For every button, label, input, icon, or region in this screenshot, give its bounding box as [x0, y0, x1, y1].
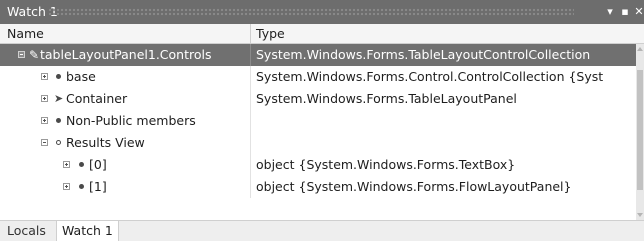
- name-cell: [0]: [0, 154, 250, 176]
- cell-separator: [250, 66, 251, 88]
- name-cell: ✎ tableLayoutPanel1.Controls: [0, 44, 250, 66]
- watch-row[interactable]: [1] object {System.Windows.Forms.FlowLay…: [0, 176, 636, 198]
- name-cell: Results View: [0, 132, 250, 154]
- type-cell: [256, 132, 636, 154]
- watch-row[interactable]: Non-Public members: [0, 110, 636, 132]
- row-name: tableLayoutPanel1.Controls: [40, 47, 212, 62]
- expand-icon[interactable]: [41, 73, 48, 80]
- tab-locals[interactable]: Locals: [2, 221, 51, 241]
- column-header-name[interactable]: Name: [7, 24, 44, 43]
- scroll-up-icon[interactable]: [637, 47, 643, 51]
- vertical-scrollbar[interactable]: [636, 44, 644, 220]
- watch-row[interactable]: ➤ Container System.Windows.Forms.TableLa…: [0, 88, 636, 110]
- type-cell: System.Windows.Forms.TableLayoutPanel: [256, 91, 517, 106]
- cell-separator: [250, 176, 251, 198]
- results-view-icon: [54, 132, 64, 154]
- cell-separator: [250, 154, 251, 176]
- expand-icon[interactable]: [63, 183, 70, 190]
- name-cell: Non-Public members: [0, 110, 250, 132]
- watch-row[interactable]: [0] object {System.Windows.Forms.TextBox…: [0, 154, 636, 176]
- row-name: [0]: [89, 157, 107, 172]
- collapse-icon[interactable]: [18, 51, 25, 58]
- titlebar-grip[interactable]: [48, 8, 574, 16]
- watch-row[interactable]: Results View: [0, 132, 636, 154]
- type-cell: System.Windows.Forms.Control.ControlColl…: [256, 69, 604, 84]
- cell-separator: [250, 44, 251, 66]
- row-name: Container: [66, 91, 128, 106]
- type-cell: System.Windows.Forms.TableLayoutControlC…: [256, 47, 591, 62]
- item-icon: [77, 176, 87, 198]
- column-header: Name Type: [0, 24, 644, 44]
- members-icon: [54, 110, 64, 132]
- type-cell: [256, 110, 636, 132]
- expand-icon[interactable]: [41, 95, 48, 102]
- scroll-thumb[interactable]: [637, 70, 643, 190]
- dropdown-icon[interactable]: ▾: [603, 0, 617, 24]
- name-cell: base: [0, 66, 250, 88]
- type-cell: object {System.Windows.Forms.TextBox}: [256, 157, 516, 172]
- type-cell: object {System.Windows.Forms.FlowLayoutP…: [256, 179, 572, 194]
- watch-window-titlebar: Watch 1 ▾ ▪ ✕: [0, 0, 644, 24]
- name-cell: ➤ Container: [0, 88, 250, 110]
- cell-separator: [250, 132, 251, 154]
- column-header-type[interactable]: Type: [256, 24, 285, 43]
- cell-separator: [250, 110, 251, 132]
- watch-row[interactable]: ✎ tableLayoutPanel1.Controls System.Wind…: [0, 44, 636, 66]
- bottom-tabbar: Locals Watch 1: [0, 220, 644, 241]
- expand-icon[interactable]: [41, 117, 48, 124]
- name-cell: [1]: [0, 176, 250, 198]
- maximize-icon[interactable]: ▪: [618, 0, 632, 24]
- collapse-icon[interactable]: [41, 139, 48, 146]
- expand-icon[interactable]: [63, 161, 70, 168]
- tab-watch-1[interactable]: Watch 1: [56, 221, 119, 241]
- watch-rows: ✎ tableLayoutPanel1.Controls System.Wind…: [0, 44, 636, 220]
- cell-separator: [250, 88, 251, 110]
- close-icon[interactable]: ✕: [632, 0, 644, 24]
- row-name: [1]: [89, 179, 107, 194]
- pencil-icon: ✎: [29, 48, 40, 62]
- watch-row[interactable]: base System.Windows.Forms.Control.Contro…: [0, 66, 636, 88]
- row-name: Non-Public members: [66, 113, 196, 128]
- item-icon: [77, 154, 87, 176]
- column-divider[interactable]: [250, 24, 251, 44]
- field-icon: [54, 66, 64, 88]
- scroll-down-icon[interactable]: [637, 213, 643, 217]
- property-icon: ➤: [54, 92, 64, 105]
- row-name: base: [66, 69, 96, 84]
- row-name: Results View: [66, 135, 145, 150]
